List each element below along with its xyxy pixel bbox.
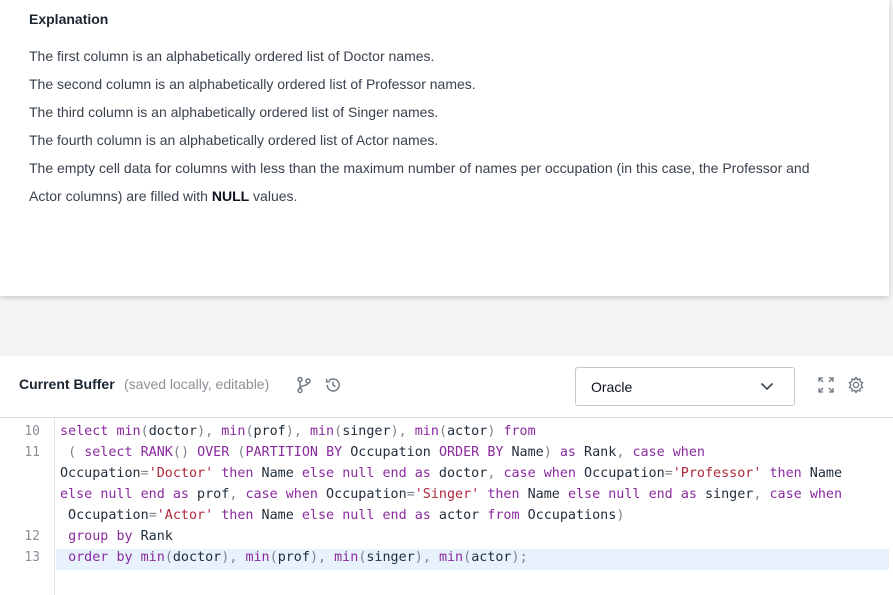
null-keyword: NULL [211, 188, 250, 204]
line-number: 12 [24, 529, 40, 544]
branch-icon[interactable] [296, 376, 314, 394]
editor-header: Current Buffer (saved locally, editable)… [0, 356, 893, 418]
language-select[interactable]: Oracle [575, 367, 795, 406]
explanation-line: The first column is an alphabetically or… [29, 48, 435, 64]
explanation-line: The fourth column is an alphabetically o… [29, 132, 439, 148]
code-editor[interactable]: 10 11 12 13 select min(doctor), min(prof… [0, 418, 893, 595]
explanation-line: The second column is an alphabetically o… [29, 76, 476, 92]
buffer-subtitle: (saved locally, editable) [124, 376, 270, 392]
history-icon[interactable] [324, 376, 342, 394]
chevron-down-icon [760, 382, 774, 391]
explanation-line: The third column is an alphabetically or… [29, 104, 439, 120]
language-value: Oracle [591, 379, 633, 395]
buffer-title: Current Buffer [19, 376, 115, 392]
line-number: 13 [24, 550, 40, 565]
code-line[interactable]: Occupation='Actor' then Name else null e… [60, 508, 624, 523]
code-line[interactable]: ( select RANK() OVER (PARTITION BY Occup… [60, 445, 705, 460]
code-line[interactable]: order by min(doctor), min(prof), min(sin… [60, 550, 528, 565]
explanation-panel: Explanation The first column is an alpha… [0, 0, 889, 296]
line-gutter: 10 11 12 13 [0, 418, 55, 595]
settings-icon[interactable] [847, 376, 865, 394]
code-line[interactable]: select min(doctor), min(prof), min(singe… [60, 424, 536, 439]
line-number: 10 [24, 424, 40, 439]
explanation-line-last: Actor columns) are filled with NULL valu… [29, 188, 298, 204]
code-line[interactable]: else null end as prof, case when Occupat… [60, 487, 842, 502]
code-line[interactable]: Occupation='Doctor' then Name else null … [60, 466, 842, 481]
code-line[interactable]: group by Rank [60, 529, 173, 544]
explanation-line: The empty cell data for columns with les… [29, 160, 810, 176]
expand-icon[interactable] [817, 376, 835, 394]
line-number: 11 [24, 445, 40, 460]
explanation-heading: Explanation [29, 11, 109, 27]
